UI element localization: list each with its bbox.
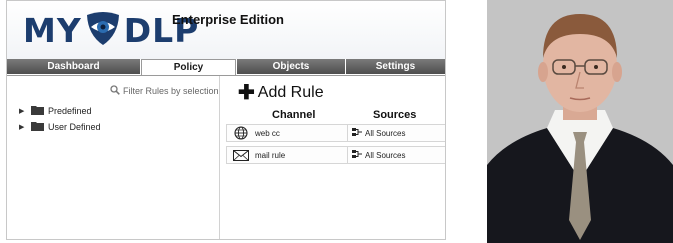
- column-header-sources: Sources: [373, 109, 417, 121]
- magnifier-icon: [110, 85, 120, 97]
- tree-item-label: Predefined: [48, 106, 92, 116]
- filter-rules[interactable]: Filter Rules by selection: [110, 85, 219, 97]
- tree-item-predefined[interactable]: ▶ Predefined: [19, 103, 101, 119]
- tab-objects[interactable]: Objects: [237, 59, 345, 74]
- folder-icon: [31, 121, 44, 133]
- mydlp-window: MY DLP Enterprise Edition Dashboard Poli…: [6, 0, 446, 240]
- plus-icon: ✚: [238, 82, 255, 104]
- rule-sources: All Sources: [365, 150, 406, 160]
- tab-dashboard[interactable]: Dashboard: [7, 59, 140, 74]
- tab-settings[interactable]: Settings: [346, 59, 445, 74]
- mail-icon: [227, 149, 255, 161]
- filter-label: Filter Rules by selection: [123, 86, 219, 96]
- rule-sources-cell: All Sources: [347, 147, 405, 163]
- column-header-channel: Channel: [272, 109, 316, 121]
- expand-arrow-icon[interactable]: ▶: [19, 107, 27, 115]
- tab-policy[interactable]: Policy: [141, 59, 236, 75]
- app-header: MY DLP Enterprise Edition: [7, 1, 445, 59]
- expand-arrow-icon[interactable]: ▶: [19, 123, 27, 131]
- rule-tree: ▶ Predefined ▶ User Defined: [19, 103, 101, 135]
- policy-content: Filter Rules by selection ▶ Predefined ▶…: [7, 75, 445, 239]
- sources-icon: [352, 127, 362, 139]
- folder-icon: [31, 105, 44, 117]
- person-portrait-photo: [487, 0, 673, 243]
- rules-panel: ✚ Add Rule Channel Sources web cc All So…: [220, 76, 445, 239]
- edition-label: Enterprise Edition: [172, 12, 284, 27]
- rule-row[interactable]: web cc All Sources: [226, 124, 445, 142]
- rule-sources-cell: All Sources: [347, 125, 405, 141]
- rule-name: mail rule: [255, 150, 286, 160]
- shield-eye-icon: [84, 9, 122, 52]
- rule-row[interactable]: mail rule All Sources: [226, 146, 445, 164]
- rule-name: web cc: [255, 128, 280, 138]
- add-rule-button[interactable]: ✚ Add Rule: [238, 82, 324, 104]
- sources-icon: [352, 149, 362, 161]
- logo-text-my: MY: [23, 10, 82, 50]
- add-rule-label: Add Rule: [257, 84, 324, 101]
- rule-sources: All Sources: [365, 128, 406, 138]
- main-tabs: Dashboard Policy Objects Settings: [7, 59, 445, 75]
- globe-icon: [227, 126, 255, 140]
- tree-item-user-defined[interactable]: ▶ User Defined: [19, 119, 101, 135]
- rule-tree-panel: Filter Rules by selection ▶ Predefined ▶…: [7, 76, 220, 239]
- tree-item-label: User Defined: [48, 122, 101, 132]
